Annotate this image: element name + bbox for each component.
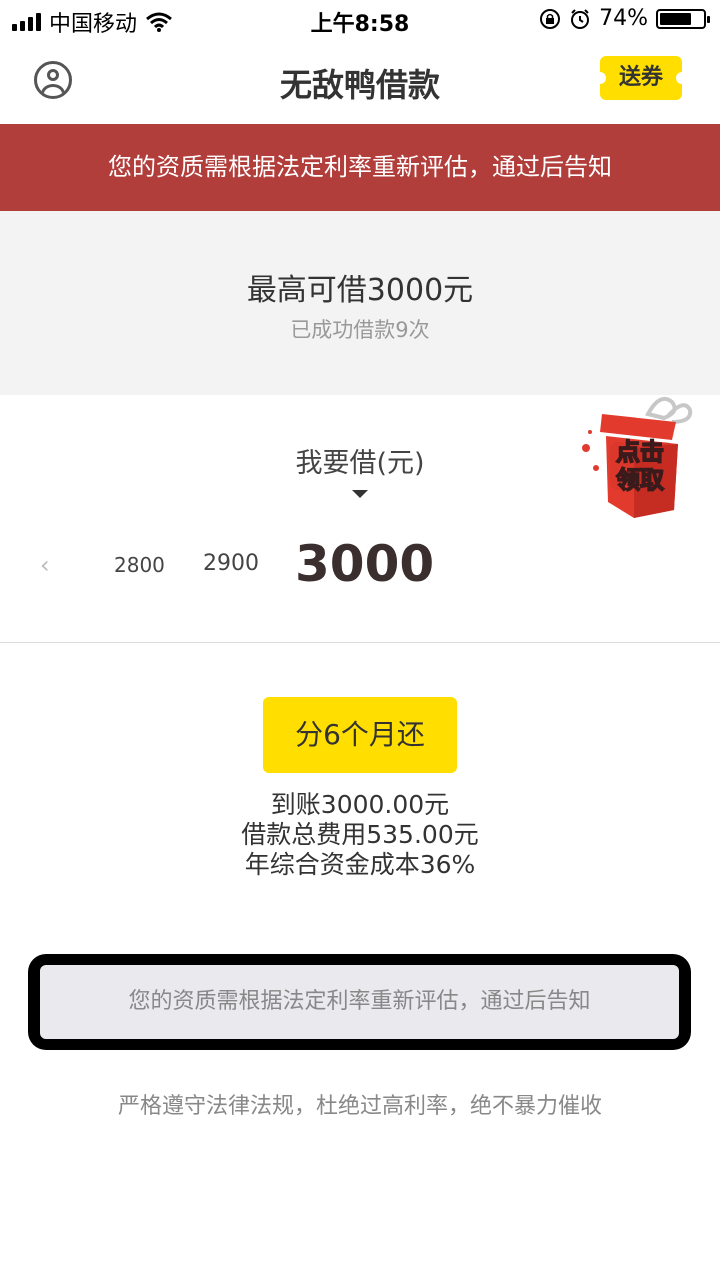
- notice-banner: 您的资质需根据法定利率重新评估，通过后告知: [0, 124, 720, 211]
- svg-text:领取: 领取: [616, 466, 664, 494]
- loan-info: 到账3000.00元 借款总费用535.00元 年综合资金成本36%: [0, 790, 720, 880]
- loan-count-text: 已成功借款9次: [290, 318, 430, 342]
- app-header: 无敌鸭借款 送券: [0, 40, 720, 124]
- alarm-icon: [571, 8, 590, 29]
- battery-fill: [660, 12, 691, 25]
- received-amount: 到账3000.00元: [270, 790, 450, 819]
- status-bar: 中国移动 上午8:58 74%: [0, 0, 720, 40]
- amount-option[interactable]: 2900: [203, 551, 259, 576]
- pointer-triangle-icon: [352, 490, 368, 498]
- limit-section: 最高可借3000元 已成功借款9次: [0, 211, 720, 395]
- svg-text:点击: 点击: [616, 438, 664, 466]
- gift-box-icon[interactable]: 点击 领取: [580, 392, 698, 520]
- rotation-lock-icon: [540, 8, 561, 29]
- bottom-notice-text: 您的资质需根据法定利率重新评估，通过后告知: [40, 965, 679, 1039]
- total-fee: 借款总费用535.00元: [241, 820, 479, 849]
- amount-option[interactable]: 2800: [114, 553, 165, 577]
- coupon-button[interactable]: 送券: [594, 56, 688, 100]
- battery-percent: 74%: [599, 6, 648, 31]
- bottom-notice-box[interactable]: 您的资质需根据法定利率重新评估，通过后告知: [28, 954, 691, 1050]
- max-limit-text: 最高可借3000元: [246, 273, 474, 308]
- selected-amount[interactable]: 3000: [295, 535, 434, 593]
- annual-cost: 年综合资金成本36%: [244, 850, 476, 879]
- battery-icon: [656, 8, 710, 29]
- repay-term-button[interactable]: 分6个月还: [263, 697, 457, 773]
- chevron-left-icon[interactable]: ‹: [40, 551, 50, 579]
- footer-text: 严格遵守法律法规，杜绝过高利率，绝不暴力催收: [117, 1094, 602, 1119]
